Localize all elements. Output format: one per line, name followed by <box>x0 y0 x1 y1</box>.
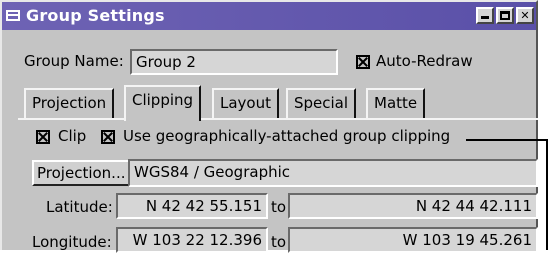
group-name-label: Group Name: <box>24 52 124 70</box>
geo-clip-label: Use geographically-attached group clippi… <box>123 127 451 145</box>
tab-label: Clipping <box>132 91 194 109</box>
title-bar[interactable]: Group Settings ✕ <box>2 2 536 30</box>
latitude-to-label: to <box>271 198 287 216</box>
auto-redraw-checkbox[interactable] <box>356 55 370 69</box>
longitude-from-field[interactable]: W 103 22 12.396 <box>116 227 268 253</box>
callout-leader-line <box>466 139 546 141</box>
tab-label: Layout <box>220 94 271 112</box>
latitude-to-field[interactable]: N 42 44 42.111 <box>288 193 538 219</box>
projection-value-field: WGS84 / Geographic <box>128 159 538 187</box>
tab-label: Special <box>294 94 349 112</box>
latitude-from-field[interactable]: N 42 42 55.151 <box>116 193 268 219</box>
group-name-input[interactable]: Group 2 <box>130 49 338 75</box>
tab-matte[interactable]: Matte <box>366 88 426 118</box>
group-settings-window: Group Settings ✕ Group Name: Group 2 Aut… <box>0 0 538 253</box>
tab-clipping[interactable]: Clipping <box>124 85 202 121</box>
clip-checkbox[interactable] <box>36 130 50 144</box>
latitude-label: Latitude: <box>46 198 113 216</box>
maximize-icon[interactable] <box>496 7 514 24</box>
longitude-label: Longitude: <box>32 233 112 251</box>
tab-label: Matte <box>374 94 418 112</box>
clip-label: Clip <box>58 127 87 145</box>
longitude-to-label: to <box>271 233 287 251</box>
minimize-icon[interactable] <box>476 7 494 24</box>
auto-redraw-label: Auto-Redraw <box>376 52 473 70</box>
callout-leader-line-vertical <box>546 139 548 250</box>
tab-layout[interactable]: Layout <box>212 88 279 118</box>
projection-button[interactable]: Projection... <box>32 160 131 186</box>
tab-panel-border <box>18 118 538 120</box>
geo-clip-checkbox[interactable] <box>101 130 115 144</box>
close-icon[interactable]: ✕ <box>516 7 534 24</box>
window-title: Group Settings <box>26 6 165 25</box>
tab-special[interactable]: Special <box>286 88 357 118</box>
tab-label: Projection <box>32 94 107 112</box>
longitude-to-field[interactable]: W 103 19 45.261 <box>288 227 538 253</box>
tab-projection[interactable]: Projection <box>24 88 115 118</box>
window-menu-icon[interactable] <box>6 10 20 21</box>
